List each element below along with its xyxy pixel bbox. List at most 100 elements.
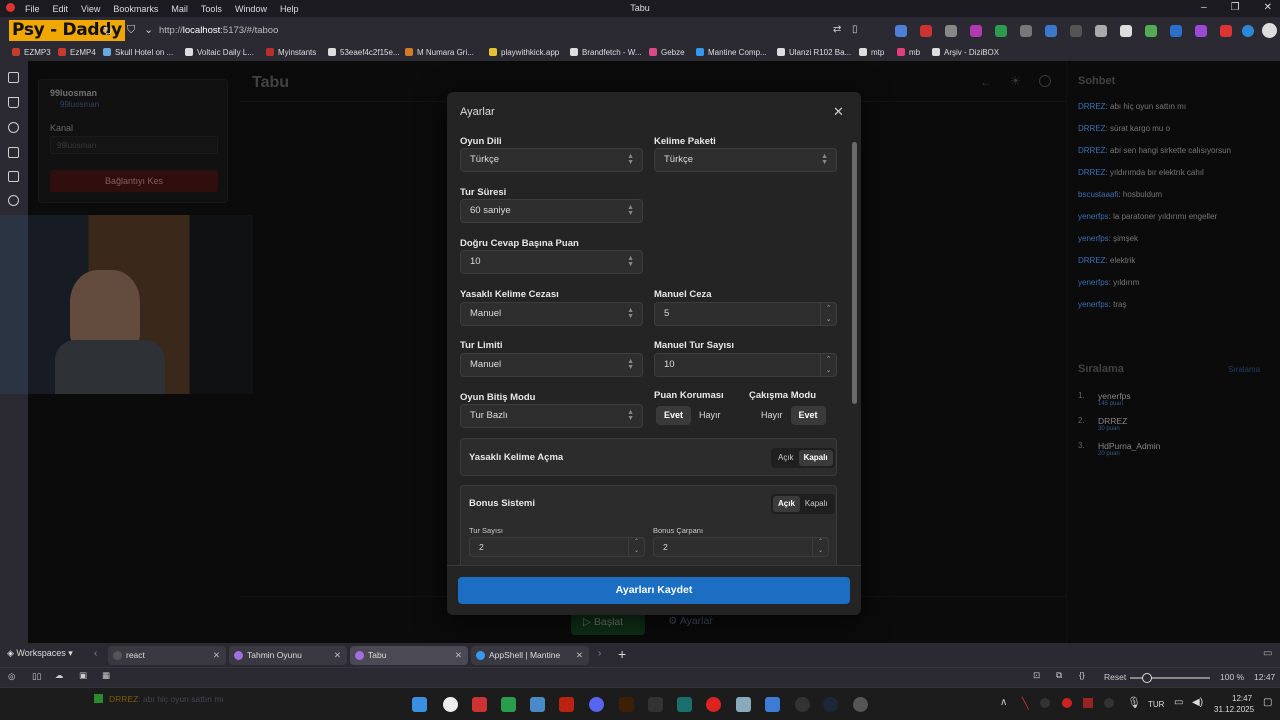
dropdown-chevron-icon[interactable]: ⌄ [144,23,153,36]
tile-icon[interactable]: ⧉ [1056,670,1062,681]
filezilla-icon[interactable] [559,697,574,712]
tiling-icon[interactable]: ▯▯ [32,671,41,682]
bookmark-item[interactable]: Brandfetch - W... [570,48,642,57]
forbidden-reveal-off[interactable]: Kapalı [798,450,833,466]
downloads-panel-icon[interactable] [8,97,19,108]
zoom-slider-thumb[interactable] [1142,673,1152,683]
taskbar-app-icon[interactable] [765,697,780,712]
network-icon[interactable]: ▭ [1174,697,1183,708]
end-mode-select[interactable]: Tur Bazlı ▲ ▼ [460,404,643,428]
menu-bookmarks[interactable]: Bookmarks [113,4,158,14]
extension-icon-7[interactable] [1045,25,1057,37]
terminal-icon[interactable] [501,697,516,712]
bookmark-item[interactable]: EzMP4 [58,48,96,57]
bookmark-item[interactable]: Gebze [649,48,685,57]
tab-tabu[interactable]: Tabu ✕ [350,646,468,665]
tab-scroll-left-icon[interactable]: ‹ [94,648,97,659]
shield-icon[interactable]: ⛉ [127,24,135,37]
round-limit-select[interactable]: Manuel ▲ ▼ [460,353,643,377]
vivaldi-icon[interactable] [472,697,487,712]
bookmark-icon[interactable]: ▯ [852,24,858,35]
save-settings-button[interactable]: Ayarları Kaydet [458,577,850,604]
notification-icon[interactable]: ▢ [1263,697,1272,708]
bookmark-item[interactable]: playwithkick.app [489,48,559,57]
extension-icon-10[interactable] [1120,25,1132,37]
extension-icon-9[interactable] [1095,25,1107,37]
bookmark-item[interactable]: Ulanzi R102 Ba... [777,48,851,57]
maximize-icon[interactable]: ❐ [1231,2,1240,13]
discord-icon[interactable] [589,697,604,712]
bonus-off[interactable]: Kapalı [800,496,833,512]
history-panel-icon[interactable] [8,122,19,133]
obs-icon[interactable] [795,697,810,712]
extension-icon-12[interactable] [1170,25,1182,37]
stepper-icon[interactable]: ⌃ ⌄ [820,303,836,325]
steam-icon[interactable] [823,697,838,712]
modal-scrollbar-track[interactable] [851,134,858,564]
capture-icon[interactable]: ⊡ [1033,670,1040,681]
volume-icon[interactable]: ◀) [1192,697,1203,708]
tray-icon[interactable]: ╲ [1022,697,1029,710]
points-select[interactable]: 10 ▲ ▼ [460,250,643,274]
extension-icon-14[interactable] [1220,25,1232,37]
tray-clock-date[interactable]: 31.12.2025 [1214,705,1254,714]
bonus-rounds-input[interactable]: 2 ⌃ ⌄ [469,537,645,557]
close-tab-icon[interactable]: ✕ [455,646,462,665]
extension-icon-5[interactable] [995,25,1007,37]
extension-icon-8[interactable] [1070,25,1082,37]
trash-icon[interactable]: ▭ [1263,648,1272,659]
tray-icon[interactable] [1104,698,1114,708]
menu-help[interactable]: Help [280,4,299,14]
menu-tools[interactable]: Tools [201,4,222,14]
bonus-multiplier-input[interactable]: 2 ⌃ ⌄ [653,537,829,557]
new-tab-icon[interactable]: + [618,646,626,662]
chrome-icon[interactable] [443,697,458,712]
menu-edit[interactable]: Edit [53,4,69,14]
tab-react[interactable]: react ✕ [108,646,226,665]
extension-icon-3[interactable] [945,25,957,37]
microphone-icon[interactable]: 🎙 [1127,696,1141,709]
translate-icon[interactable]: ⇄ [833,24,841,35]
stepper-icon[interactable]: ⌃ ⌄ [812,538,828,556]
bookmark-item[interactable]: 53eaef4c2f15e... [328,48,400,57]
bookmark-item[interactable]: mb [897,48,920,57]
bonus-on[interactable]: Açık [773,496,800,512]
tab-scroll-right-icon[interactable]: › [598,648,601,659]
taskbar-app-icon[interactable] [648,697,663,712]
bookmark-item[interactable]: mtp [859,48,884,57]
tray-icon[interactable] [1062,698,1072,708]
extension-icon-2[interactable] [920,25,932,37]
bookmark-item[interactable]: Myinstants [266,48,316,57]
extension-icon-6[interactable] [1020,25,1032,37]
address-bar[interactable]: http://localhost:5173/#/taboo [159,25,278,36]
vscode-icon[interactable] [530,697,545,712]
taskbar-app-icon[interactable] [677,697,692,712]
word-pack-select[interactable]: Türkçe ▲ ▼ [654,148,837,172]
round-time-select[interactable]: 60 saniye ▲ ▼ [460,199,643,223]
tab-tahmin-oyunu[interactable]: Tahmin Oyunu ✕ [229,646,347,665]
manual-rounds-input[interactable]: 10 ⌃ ⌄ [654,353,837,377]
image-icon[interactable]: ▣ [79,670,87,681]
extension-icon-4[interactable] [970,25,982,37]
windows-start-icon[interactable] [412,697,427,712]
tray-icon[interactable] [1040,698,1050,708]
conflict-mode-no[interactable]: Hayır [753,406,791,425]
zoom-reset[interactable]: Reset [1104,672,1126,682]
stepper-icon[interactable]: ⌃ ⌄ [820,354,836,376]
close-tab-icon[interactable]: ✕ [576,646,583,665]
tab-appshell[interactable]: AppShell | Mantine ✕ [471,646,589,665]
translate-panel-icon[interactable] [8,171,19,182]
app-menu-icon[interactable] [6,3,15,12]
modal-scrollbar-thumb[interactable] [852,142,857,404]
menu-mail[interactable]: Mail [171,4,188,14]
close-tab-icon[interactable]: ✕ [334,646,341,665]
notes-panel-icon[interactable] [8,147,19,158]
minimize-icon[interactable]: – [1201,2,1207,13]
input-language[interactable]: TUR [1148,700,1164,709]
forbidden-reveal-on[interactable]: Açık [773,450,799,466]
game-language-select[interactable]: Türkçe ▲ ▼ [460,148,643,172]
conflict-mode-yes[interactable]: Evet [790,406,826,425]
bookmark-item[interactable]: M Numara Gri... [405,48,474,57]
bookmark-item[interactable]: EZMP3 [12,48,51,57]
stepper-icon[interactable]: ⌃ ⌄ [628,538,644,556]
